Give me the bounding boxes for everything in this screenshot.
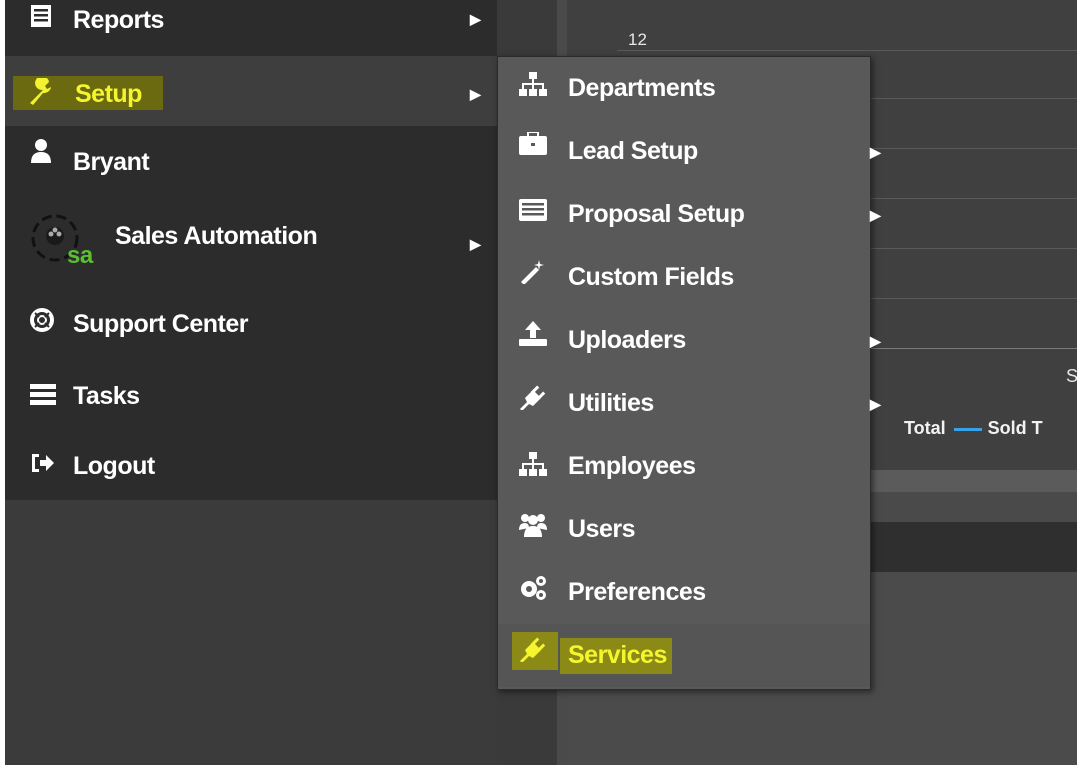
chart-legend: Total Sold T <box>904 418 1043 439</box>
logout-icon <box>30 452 62 484</box>
chevron-right-icon: ▶ <box>470 86 481 102</box>
gears-icon <box>519 575 551 603</box>
sidebar-menu: Reports ▶ Setup ▶ Bryant sa Sales Automa… <box>5 0 497 765</box>
sidebar-item-label: Setup <box>75 80 142 108</box>
tasks-icon <box>30 384 62 416</box>
plug-icon <box>519 384 551 412</box>
sidebar-item-label: Reports <box>73 6 164 34</box>
plug-icon <box>519 636 551 664</box>
submenu-item-services[interactable]: Services <box>498 624 870 687</box>
submenu-item-utilities[interactable]: Utilities ▶ <box>498 372 881 435</box>
legend-item-total: Total <box>904 418 946 438</box>
chart-y-tick: 12 <box>628 30 647 49</box>
sidebar-item-label: Logout <box>73 452 155 480</box>
submenu-item-departments[interactable]: Departments <box>498 57 870 120</box>
setup-submenu: Departments Lead Setup ▶ Proposal Setup … <box>497 56 881 690</box>
sidebar-item-setup[interactable]: Setup ▶ <box>5 56 497 126</box>
user-icon <box>30 138 62 170</box>
submenu-item-users[interactable]: Users <box>498 498 870 561</box>
submenu-item-label: Lead Setup <box>568 137 698 165</box>
lifebuoy-icon <box>30 308 62 340</box>
sidebar-item-label: Sales Automation <box>115 222 318 250</box>
submenu-item-lead-setup[interactable]: Lead Setup ▶ <box>498 120 881 183</box>
submenu-item-label: Utilities <box>568 389 654 417</box>
report-icon <box>30 4 62 36</box>
chart-gridline <box>617 50 1077 51</box>
submenu-item-custom-fields[interactable]: Custom Fields <box>498 246 870 309</box>
chevron-right-icon: ▶ <box>870 396 881 412</box>
sidebar-item-reports[interactable]: Reports ▶ <box>5 0 497 55</box>
chart-partial-label: S <box>1066 366 1077 386</box>
submenu-item-label: Departments <box>568 74 716 102</box>
users-icon <box>519 512 551 540</box>
submenu-item-proposal-setup[interactable]: Proposal Setup ▶ <box>498 183 881 246</box>
sidebar-item-logout[interactable]: Logout <box>5 430 497 500</box>
wrench-icon <box>27 78 59 110</box>
sales-automation-logo-text: sa <box>67 242 93 269</box>
submenu-item-preferences[interactable]: Preferences <box>498 561 870 624</box>
legend-line-swatch <box>953 427 982 431</box>
chevron-right-icon: ▶ <box>470 11 481 27</box>
list-icon <box>519 199 551 227</box>
chevron-right-icon: ▶ <box>470 236 481 252</box>
chevron-right-icon: ▶ <box>870 144 881 160</box>
sidebar-item-label: Tasks <box>73 382 140 410</box>
sidebar-item-user-bryant[interactable]: Bryant <box>5 126 497 196</box>
submenu-item-label: Custom Fields <box>568 263 734 291</box>
submenu-item-uploaders[interactable]: Uploaders ▶ <box>498 309 881 372</box>
sidebar-item-tasks[interactable]: Tasks <box>5 360 497 430</box>
submenu-item-label: Uploaders <box>568 326 686 354</box>
magic-wand-icon <box>519 258 551 286</box>
upload-icon <box>519 321 551 349</box>
sidebar-item-support-center[interactable]: Support Center <box>5 290 497 360</box>
sitemap-icon <box>519 71 551 99</box>
legend-item-sold: Sold T <box>987 418 1043 438</box>
chevron-right-icon: ▶ <box>870 207 881 223</box>
submenu-item-employees[interactable]: Employees <box>498 435 870 498</box>
sidebar-item-label: Support Center <box>73 310 248 338</box>
chevron-right-icon: ▶ <box>870 333 881 349</box>
sidebar-item-label: Bryant <box>73 148 150 176</box>
submenu-item-label: Services <box>568 641 667 669</box>
submenu-item-label: Users <box>568 515 636 543</box>
sitemap-icon <box>519 451 551 479</box>
submenu-item-label: Employees <box>568 452 696 480</box>
submenu-item-label: Proposal Setup <box>568 200 745 228</box>
sidebar-item-sales-automation[interactable]: sa Sales Automation ▶ <box>5 196 497 286</box>
briefcase-icon <box>519 132 551 160</box>
submenu-item-label: Preferences <box>568 578 706 606</box>
